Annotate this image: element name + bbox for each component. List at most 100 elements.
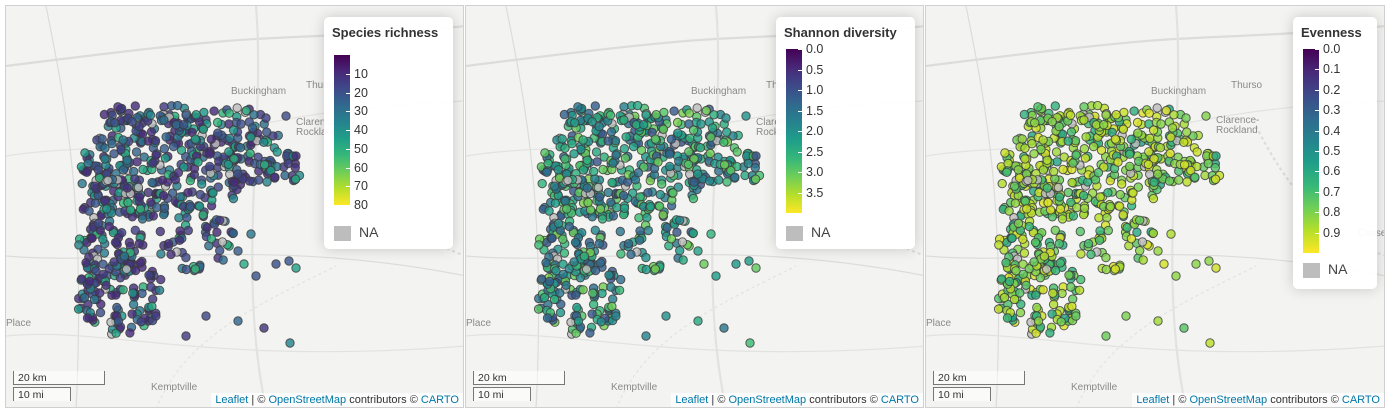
site-point [191,110,201,120]
site-point [661,311,671,321]
legend-tick-label: 0.8 [1323,205,1341,220]
site-point [619,102,629,112]
site-point [593,182,604,193]
site-point [259,323,269,333]
site-point [1101,110,1111,120]
osm-link[interactable]: OpenStreetMap [1189,394,1267,406]
site-point [688,125,699,135]
site-point [1004,276,1015,287]
legend: Evenness 0.0 0.1 0.2 0.3 0.4 0.5 0.6 0.7 0.8 0.9 … [1293,17,1377,289]
site-point [706,229,716,239]
site-point [551,266,561,276]
site-point [111,290,121,300]
site-point [560,154,570,164]
carto-link[interactable]: CARTO [421,394,459,406]
site-point [1009,181,1020,191]
site-point [1056,317,1066,327]
site-point [138,164,148,175]
site-point [254,175,264,185]
site-point [112,302,122,313]
site-point [262,127,272,137]
site-point [571,290,581,300]
site-point [634,213,644,223]
site-point [751,151,761,161]
legend-tick-mark [1315,212,1319,214]
site-point [614,285,625,295]
site-point [133,182,144,193]
site-point [122,155,132,166]
site-point [1118,124,1129,135]
site-point [205,149,215,159]
site-point [732,147,742,157]
site-point [549,294,560,305]
site-point [673,128,683,138]
site-point [744,256,754,266]
carto-link[interactable]: CARTO [1342,394,1380,406]
site-point [1065,110,1076,120]
map-panel-evenness[interactable]: Buckingham Thurso Clarence-Rockland Plac… [925,5,1385,408]
map-panel-species-richness[interactable]: Buckingham Thurso Clarence-Rockland Plac… [5,5,464,408]
site-point [1018,234,1028,244]
site-point [1030,237,1041,248]
site-point [290,163,300,173]
site-point [1054,192,1065,202]
site-point [1155,143,1166,153]
site-point [181,331,191,341]
site-point [147,301,157,312]
site-point [1125,161,1135,172]
site-point [632,100,643,111]
legend-tick-mark [798,151,802,153]
leaflet-link[interactable]: Leaflet [1136,394,1169,406]
site-point [215,246,225,256]
site-point [570,118,580,128]
osm-link[interactable]: OpenStreetMap [728,394,806,406]
site-point [731,259,741,269]
site-point [205,161,215,172]
site-point [1067,177,1077,188]
site-point [721,113,731,123]
site-point [1129,106,1139,116]
site-point [590,225,601,236]
site-point [1161,105,1172,116]
site-point [1033,316,1044,326]
site-point [659,107,669,118]
site-point [122,183,133,193]
site-point [172,100,183,111]
site-point [159,203,170,214]
site-point [608,211,619,221]
site-point [553,165,564,175]
leaflet-link[interactable]: Leaflet [215,394,248,406]
site-point [611,150,621,160]
site-point [81,258,91,268]
site-point [642,213,652,223]
leaflet-link[interactable]: Leaflet [675,394,708,406]
site-point [547,233,557,243]
site-point [618,190,629,201]
site-point [562,204,572,214]
site-point [1064,270,1074,280]
site-point [1013,165,1024,175]
site-point [128,299,139,310]
carto-link[interactable]: CARTO [881,394,919,406]
site-point [1072,202,1082,213]
site-point [163,239,174,249]
site-point [181,252,191,263]
site-point [722,177,732,187]
map-panel-shannon-diversity[interactable]: Buckingham Thurso Clarence-Rockland Plac… [465,5,924,408]
site-point [1020,154,1030,164]
site-point [1125,149,1135,159]
site-point [1211,151,1221,161]
site-point [236,119,246,129]
site-point [134,121,144,132]
site-point [182,213,192,223]
site-point [1066,127,1077,137]
site-point [616,249,626,259]
site-point [185,201,196,212]
site-point [641,264,652,275]
osm-link[interactable]: OpenStreetMap [268,394,346,406]
legend-na-swatch [786,226,803,241]
site-point [183,225,194,236]
site-point [233,246,243,256]
site-point [578,165,589,175]
legend-title: Species richness [332,25,439,40]
